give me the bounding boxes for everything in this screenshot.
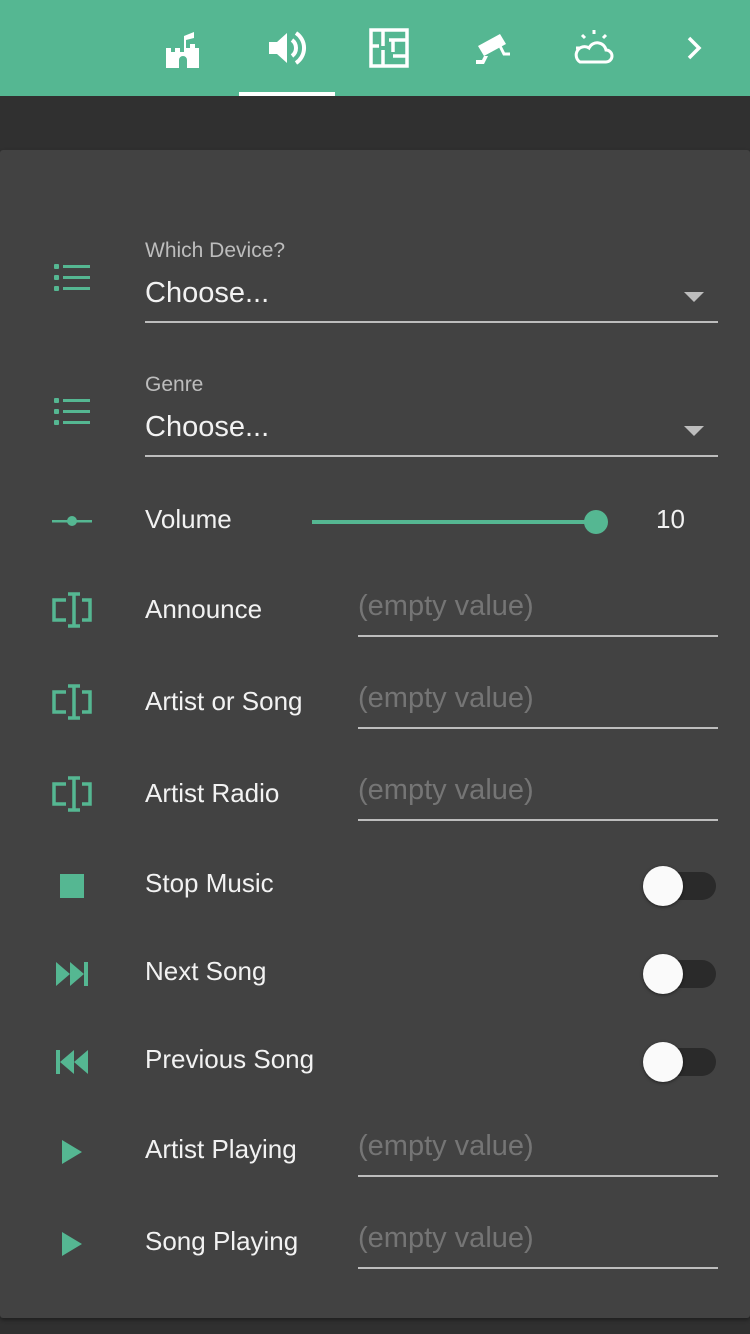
tab-castle[interactable] — [136, 0, 232, 96]
volume-icon — [269, 31, 306, 65]
device-dropdown-caret-icon[interactable] — [684, 292, 704, 302]
artist-radio-input[interactable] — [358, 774, 718, 807]
stop-music-label: Stop Music — [145, 868, 274, 898]
volume-slider-thumb[interactable] — [584, 510, 608, 534]
announce-input[interactable] — [358, 590, 718, 623]
artist-or-song-input[interactable] — [358, 682, 718, 715]
song-playing-underline — [358, 1267, 718, 1269]
volume-slider-track[interactable] — [312, 520, 596, 524]
tab-weather[interactable] — [546, 0, 642, 96]
device-select[interactable]: Choose... — [145, 277, 269, 310]
next-song-label: Next Song — [145, 956, 267, 986]
next-song-toggle-thumb[interactable] — [643, 954, 683, 994]
artist-radio-underline — [358, 819, 718, 821]
castle-icon — [166, 32, 199, 68]
song-playing-input[interactable] — [358, 1222, 718, 1255]
skip-next-icon — [48, 950, 96, 998]
cctv-icon — [476, 34, 510, 64]
genre-select-underline — [145, 455, 718, 457]
text-input-icon — [48, 770, 96, 818]
list-icon — [48, 388, 96, 436]
play-icon — [48, 1128, 96, 1176]
text-input-icon — [48, 678, 96, 726]
artist-playing-input[interactable] — [358, 1130, 718, 1163]
slider-icon — [48, 497, 96, 545]
genre-select[interactable]: Choose... — [145, 411, 269, 444]
tab-volume[interactable] — [239, 0, 335, 96]
chevron-right-icon — [687, 36, 702, 60]
active-tab-indicator — [239, 92, 335, 96]
floor-plan-icon — [369, 28, 409, 68]
list-icon — [48, 254, 96, 302]
announce-label: Announce — [145, 594, 263, 624]
previous-song-toggle-thumb[interactable] — [643, 1042, 683, 1082]
play-icon — [48, 1220, 96, 1268]
stop-music-toggle-thumb[interactable] — [643, 866, 683, 906]
device-select-underline — [145, 321, 718, 323]
device-select-label: Which Device? — [145, 239, 286, 262]
tab-more[interactable] — [646, 0, 742, 96]
stop-icon — [48, 862, 96, 910]
tab-floor-plan[interactable] — [341, 0, 437, 96]
artist-radio-label: Artist Radio — [145, 778, 280, 808]
volume-value: 10 — [656, 504, 685, 534]
song-playing-label: Song Playing — [145, 1226, 299, 1256]
volume-label: Volume — [145, 504, 232, 534]
artist-playing-underline — [358, 1175, 718, 1177]
artist-playing-label: Artist Playing — [145, 1134, 297, 1164]
weather-partly-cloudy-icon — [574, 30, 614, 64]
announce-underline — [358, 635, 718, 637]
skip-previous-icon — [48, 1038, 96, 1086]
tab-cctv[interactable] — [444, 0, 540, 96]
artist-or-song-underline — [358, 727, 718, 729]
top-tab-bar — [0, 0, 750, 96]
artist-or-song-label: Artist or Song — [145, 686, 303, 716]
genre-dropdown-caret-icon[interactable] — [684, 426, 704, 436]
text-input-icon — [48, 586, 96, 634]
previous-song-label: Previous Song — [145, 1044, 315, 1074]
genre-select-label: Genre — [145, 373, 204, 396]
